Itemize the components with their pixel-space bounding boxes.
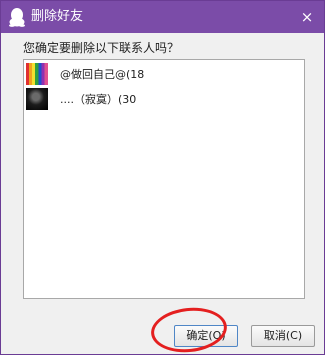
redaction-smudge (150, 60, 210, 110)
delete-friend-dialog: 删除好友 × 您确定要删除以下联系人吗？ @做回自己@(18 ....（寂寞）(… (0, 0, 325, 355)
contact-name: @做回自己@(18 (60, 68, 145, 81)
close-icon: × (300, 8, 314, 26)
window-title: 删除好友 (31, 9, 84, 24)
contact-name: ....（寂寞）(30 (60, 93, 137, 106)
qq-penguin-icon (9, 8, 25, 27)
contact-list[interactable]: @做回自己@(18 ....（寂寞）(30 (23, 59, 305, 299)
avatar (26, 88, 48, 110)
title-bar[interactable]: 删除好友 × (1, 1, 324, 33)
cancel-button[interactable]: 取消(C) (251, 325, 315, 347)
close-button[interactable]: × (290, 1, 324, 33)
avatar (26, 63, 48, 85)
confirm-prompt: 您确定要删除以下联系人吗？ (23, 41, 180, 55)
